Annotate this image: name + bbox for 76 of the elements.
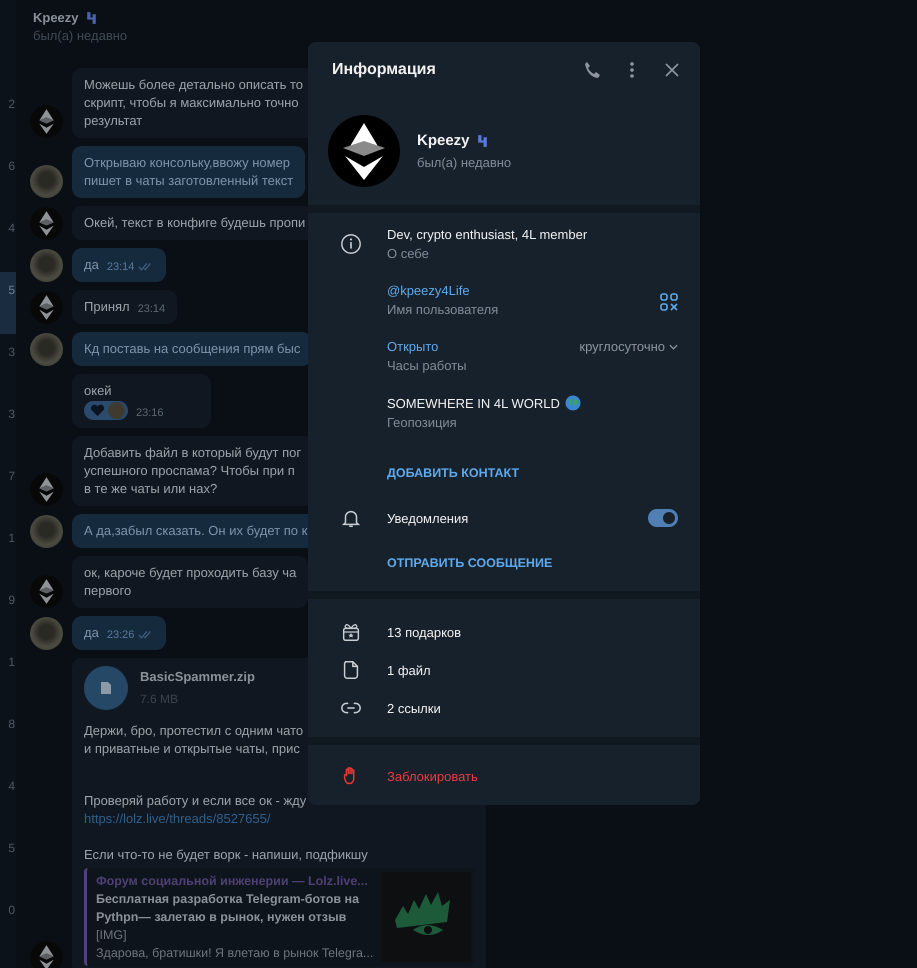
link-preview[interactable]: Форум социальной инженерии — Lolz.live... Бесплатная разработка Telegram-ботов на Pythpn— залетаю в рынок, нужен отзыв [IMG] Здарова, братишки! Я влетаю в рынок Telegra... <box>84 868 474 966</box>
detail-value: Dev, crypto enthusiast, 4L member <box>387 227 588 242</box>
detail-value: SOMEWHERE IN 4L WORLD <box>387 396 560 410</box>
message-text: Держи, бро, протестил с одним чато <box>84 722 304 740</box>
chevron-down-icon <box>669 344 678 350</box>
message-time: 23:16 <box>136 406 164 420</box>
message-text: в те же чаты или нах? <box>84 480 218 498</box>
message-time: 23:14 <box>138 302 166 316</box>
globe-icon <box>564 395 581 411</box>
message-time: 23:14 <box>106 260 134 274</box>
message-text: успешного проспама? Чтобы при п <box>84 462 296 480</box>
chat-list-item[interactable]: 7 <box>0 458 16 520</box>
message-text: Принял <box>84 298 130 316</box>
chat-list-item[interactable]: 1 <box>0 520 16 582</box>
message-text: окей <box>84 382 113 400</box>
media-row[interactable]: 2 ссылки <box>308 689 700 727</box>
chat-list-item[interactable]: 3 <box>0 396 16 458</box>
chat-status: был(а) недавно <box>33 28 128 43</box>
heart-icon <box>90 404 105 417</box>
message-text: и приватные и открытые чаты, прис <box>84 740 301 758</box>
add-contact-button[interactable]: ДОБАВИТЬ КОНТАКТ <box>387 466 520 480</box>
file-name[interactable]: BasicSpammer.zip <box>140 668 255 686</box>
message-text: Можешь более детально описать то <box>84 76 304 94</box>
chat-list-item[interactable]: 2 <box>0 86 16 148</box>
chat-list-item[interactable]: 4 <box>0 210 16 272</box>
profile-status: был(а) недавно <box>417 155 512 170</box>
block-user-button[interactable]: Заблокировать <box>308 757 700 795</box>
message-text: Кд поставь на сообщения прям быс <box>84 340 300 358</box>
chat-title: Kpeezy <box>33 10 79 25</box>
info-icon <box>340 233 362 255</box>
message-text: Добавить файл в который будут пог <box>84 444 302 462</box>
notifications-toggle[interactable] <box>648 509 678 527</box>
preview-title: Бесплатная разработка Telegram-ботов на Pythpn— залетаю в рынок, нужен отзыв <box>96 891 360 926</box>
qr-code-icon[interactable] <box>660 293 678 311</box>
chat-list-item[interactable]: 0 <box>0 892 16 954</box>
media-row[interactable]: 1 файл <box>308 651 700 689</box>
message-text: Если что-то не будет ворк - напиши, подфикшу <box>84 846 369 864</box>
media-row[interactable]: 13 подарков <box>308 613 700 651</box>
preview-site-name: Форум социальной инженерии — Lolz.live... <box>96 873 369 890</box>
chat-list-item[interactable]: 4 <box>0 768 16 830</box>
hours-dropdown[interactable]: круглосуточно <box>579 339 678 354</box>
chat-list-item[interactable]: 5 <box>0 830 16 892</box>
profile-name: Kpeezy <box>417 132 470 149</box>
chat-list-item[interactable]: 5 <box>0 272 16 334</box>
chat-list-item[interactable]: 1 <box>0 644 16 706</box>
preview-text: [IMG] <box>96 927 128 944</box>
message-text: Открываю консольку,ввожу номер <box>84 154 292 172</box>
message-time: 23:26 <box>106 628 134 642</box>
chat-list-item[interactable]: 9 <box>0 582 16 644</box>
message-text: скрипт, чтобы я максимально точно <box>84 94 300 112</box>
chat-list-item[interactable]: 6 <box>0 148 16 210</box>
message-text: Проверяй работу и если все ок - жду <box>84 792 308 810</box>
message-link[interactable]: https://lolz.live/threads/8527655/ <box>84 810 270 828</box>
message-text: пишет в чаты заготовленный текст <box>84 172 294 190</box>
username-link[interactable]: @kpeezy4Life <box>387 283 470 298</box>
detail-label: О себе <box>387 246 430 261</box>
detail-label: Часы работы <box>387 358 468 373</box>
detail-label: Имя пользователя <box>387 302 500 317</box>
message-text: да <box>84 256 99 274</box>
chat-list-item[interactable]: 8 <box>0 706 16 768</box>
detail-value: Открыто <box>387 339 438 354</box>
message-text: первого <box>84 582 132 600</box>
send-message-button[interactable]: ОТПРАВИТЬ СООБЩЕНИЕ <box>387 556 552 570</box>
panel-title: Информация <box>332 61 437 79</box>
preview-text: Здарова, братишки! Я влетаю в рынок Telegra... <box>96 945 374 962</box>
chat-list-item[interactable]: 3 <box>0 334 16 396</box>
ethereum-avatar-icon <box>328 115 400 187</box>
detail-label: Геопозиция <box>387 415 458 430</box>
message-text: А да,забыл сказать. Он их будет по к <box>84 522 308 540</box>
phone-icon[interactable] <box>582 60 602 80</box>
file-icon <box>84 666 128 710</box>
message-text: ок, кароче будет проходить базу ча <box>84 564 296 582</box>
notifications-label: Уведомления <box>387 510 470 526</box>
message-text: да <box>84 624 99 642</box>
message-text: Окей, текст в конфиге будешь пропи <box>84 214 306 232</box>
message-text: результат <box>84 112 144 130</box>
